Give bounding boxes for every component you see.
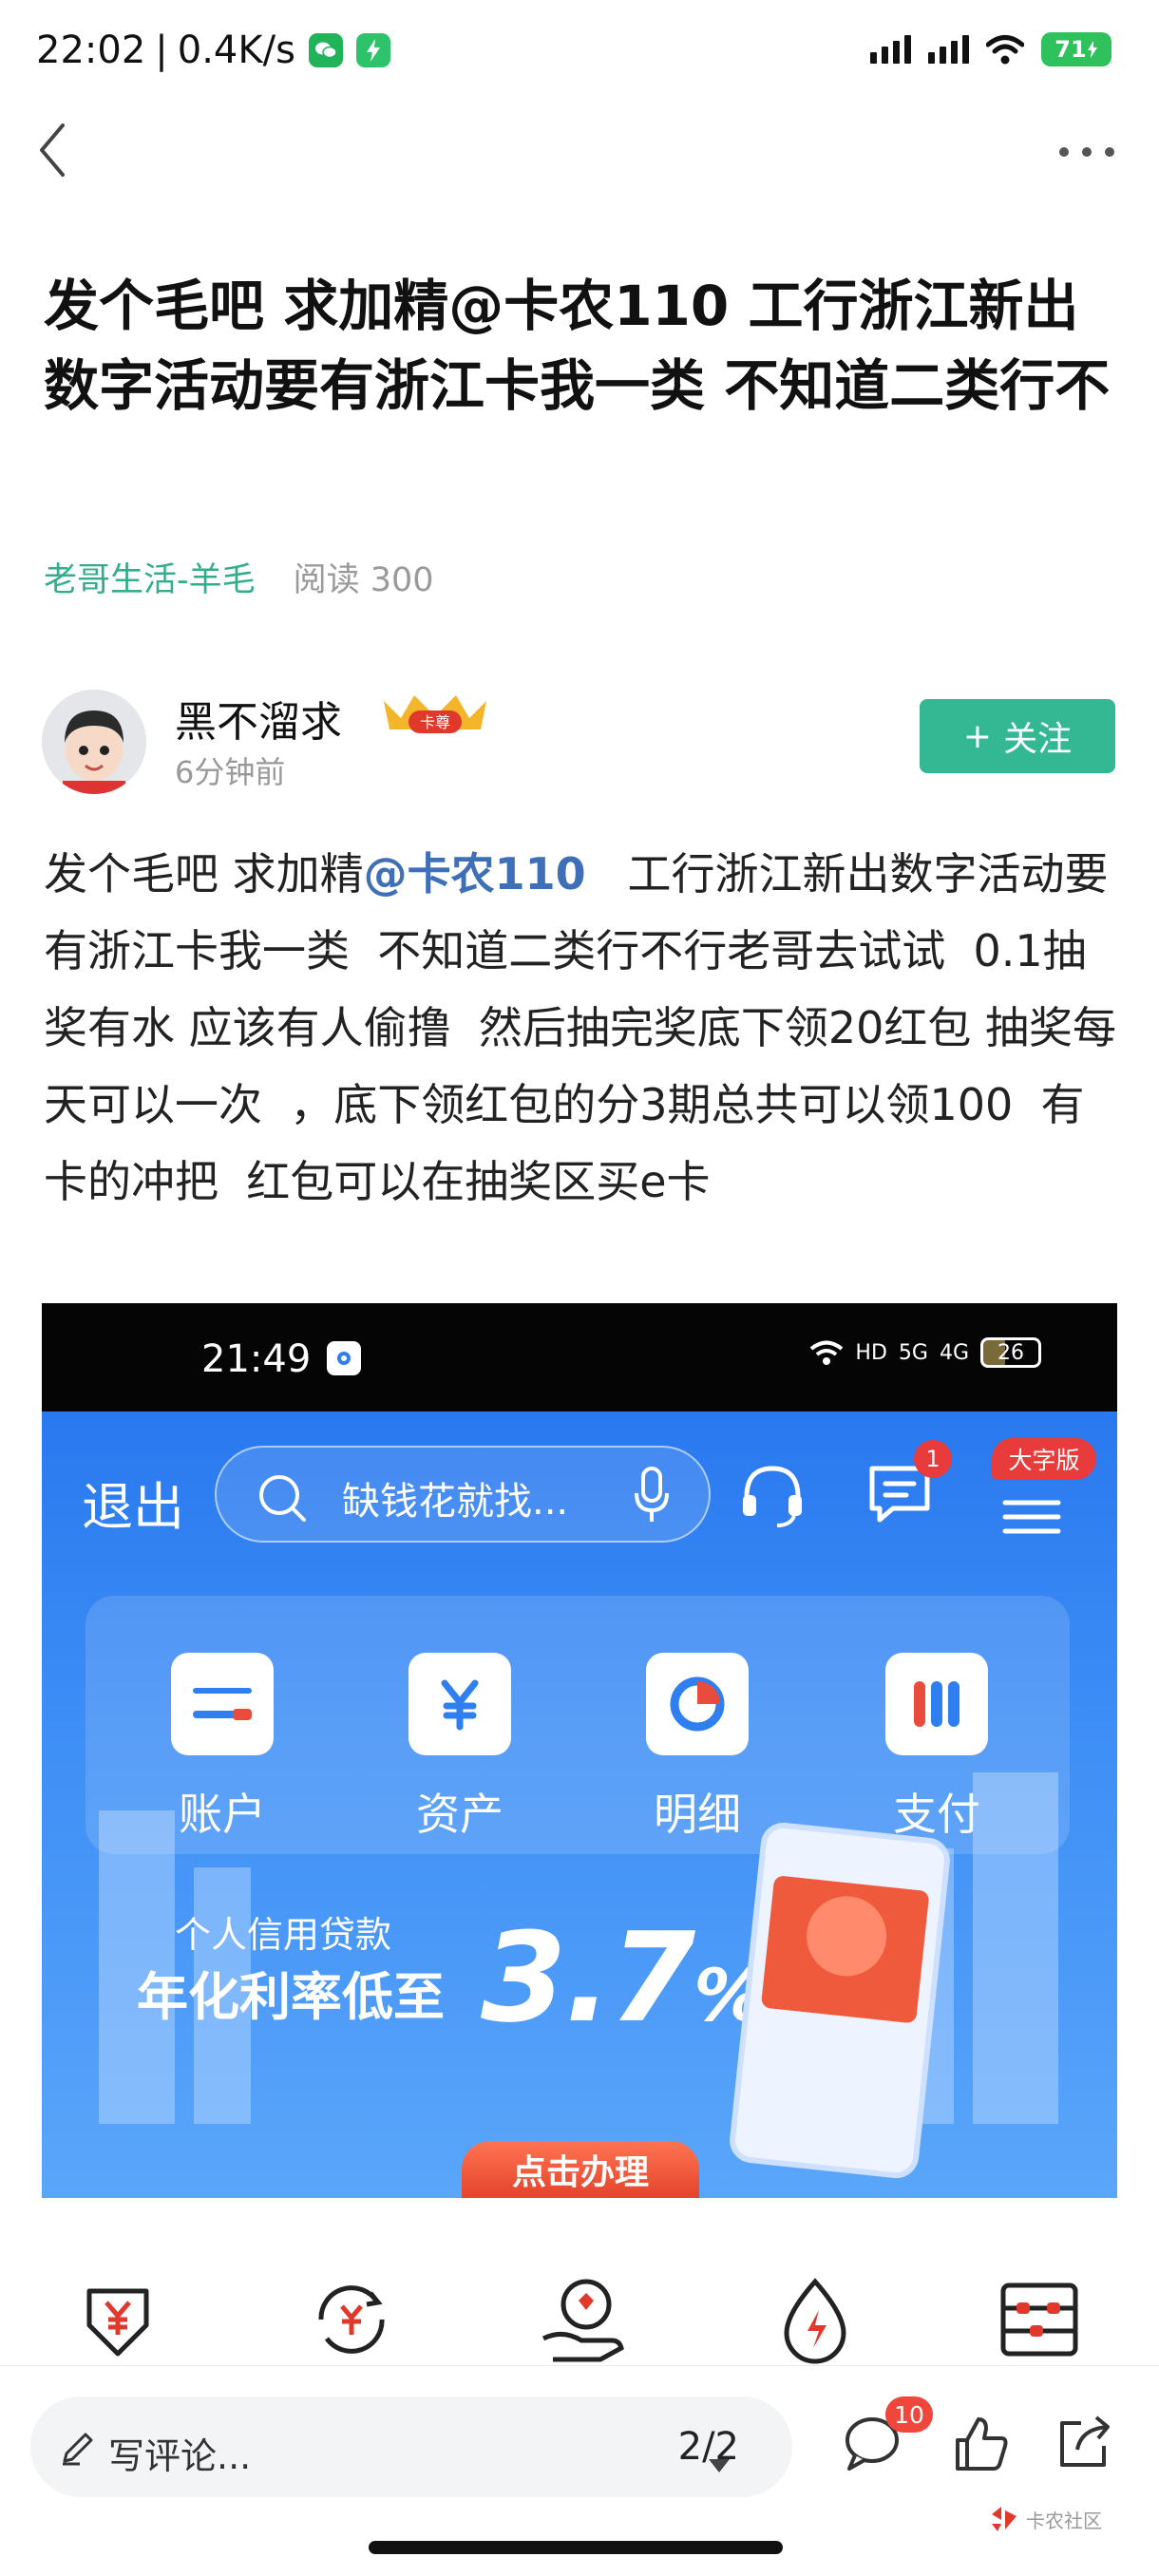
watermark-logo-icon	[992, 2507, 1016, 2531]
image-bottom-icons	[42, 2272, 1117, 2377]
image-quick-action-account: 账户	[165, 1653, 279, 1843]
like-icon[interactable]	[950, 2414, 1011, 2474]
image-status-bar: 21:49 HD 5G 4G 26	[42, 1303, 1117, 1411]
author-name[interactable]: 黑不溜求	[175, 688, 342, 748]
watermark-text: 卡农社区	[1026, 2509, 1102, 2532]
signal-icon	[870, 35, 911, 64]
post-meta: 老哥生活-羊毛 阅读 300	[44, 553, 434, 601]
image-banner-rate-number: 3.7	[481, 1905, 695, 2050]
image-quick-action-details: 明细	[640, 1653, 754, 1843]
bottom-bar: 写评论... 2/2 10 卡农社区	[0, 2365, 1159, 2576]
quick-action-label: 资产	[416, 1789, 504, 1840]
battery-level: 71	[1054, 36, 1087, 63]
back-icon[interactable]	[25, 116, 82, 182]
image-app-dot-icon	[327, 1341, 361, 1375]
avatar[interactable]	[42, 690, 146, 794]
pencil-icon	[63, 2433, 93, 2466]
image-wifi-icon	[810, 1340, 844, 1365]
image-quick-action-pay: 支付	[880, 1653, 994, 1843]
image-message-badge: 1	[914, 1440, 952, 1478]
follow-label: 关注	[1003, 720, 1073, 759]
image-exit-button: 退出	[82, 1477, 184, 1537]
image-search-placeholder: 缺钱花就找...	[342, 1480, 569, 1524]
share-icon[interactable]	[1053, 2414, 1113, 2474]
pie-detail-icon	[646, 1653, 749, 1755]
home-indicator[interactable]	[369, 2541, 783, 2554]
comment-input[interactable]: 写评论... 2/2	[30, 2396, 792, 2497]
image-microphone-icon	[635, 1467, 669, 1522]
abacus-icon	[1000, 2282, 1078, 2357]
yuan-down-icon	[86, 2288, 149, 2357]
status-separator: |	[155, 28, 168, 72]
status-right: 71	[870, 32, 1112, 66]
image-phone-illustration	[727, 1820, 953, 2181]
post-body: 发个毛吧 求加精@卡农110 工行浙江新出数字活动要有浙江卡我一类 不知道二类行…	[44, 836, 1117, 1221]
post-title: 发个毛吧 求加精@卡农110 工行浙江新出数字活动要有浙江卡我一类 不知道二类行…	[44, 274, 1111, 418]
image-large-font-badge: 大字版	[992, 1438, 1096, 1480]
flame-drop-icon	[784, 2278, 846, 2364]
battery-indicator: 71	[1041, 32, 1112, 66]
image-banner-headline: 年化利率低至	[137, 1967, 445, 2027]
image-search-bar: 缺钱花就找...	[215, 1446, 711, 1543]
mention-link[interactable]: @卡农110	[364, 848, 586, 900]
hand-gift-icon	[542, 2279, 624, 2362]
caret-down-icon	[708, 2459, 730, 2472]
image-customer-service-icon	[743, 1466, 802, 1527]
image-search-icon	[259, 1475, 306, 1522]
more-options-icon[interactable]	[1049, 133, 1125, 171]
author-row: 黑不溜求 卡尊 6分钟前 + 关注	[42, 688, 1115, 802]
image-apply-button: 点击办理	[462, 2141, 699, 2198]
yuan-exchange-icon	[318, 2285, 385, 2354]
watermark: 卡农社区	[988, 2505, 1102, 2533]
read-count: 阅读 300	[293, 561, 434, 599]
status-net-speed: 0.4K/s	[177, 28, 295, 72]
image-hd-label: HD	[855, 1340, 887, 1365]
quick-action-label: 明细	[654, 1789, 741, 1840]
image-status-icons: HD 5G 4G 26	[809, 1337, 1041, 1368]
status-left: 22:02 | 0.4K/s	[36, 28, 390, 72]
post-time: 6分钟前	[175, 754, 286, 790]
quick-action-label: 账户	[179, 1789, 266, 1840]
body-text-before: 发个毛吧 求加精	[44, 848, 364, 900]
image-5g-label: 5G	[898, 1340, 928, 1365]
comment-placeholder: 写评论...	[108, 2435, 252, 2477]
page-indicator[interactable]: 2/2	[678, 2425, 739, 2472]
wechat-notification-icon	[308, 33, 343, 67]
image-quick-action-assets: 资产	[403, 1653, 517, 1843]
image-status-time: 21:49	[201, 1337, 312, 1381]
image-banner-rate: 3.7%	[481, 1905, 766, 2050]
status-bar: 22:02 | 0.4K/s 71	[0, 0, 1159, 104]
image-quick-actions: 账户 资产 明细 支付	[86, 1596, 1070, 1854]
crown-badge-icon: 卡尊	[384, 695, 486, 733]
status-time: 22:02	[36, 28, 146, 72]
signal-2-icon	[928, 35, 969, 64]
image-4g-label: 4G	[939, 1340, 969, 1365]
image-battery: 26	[980, 1337, 1041, 1368]
image-battery-level: 26	[998, 1340, 1024, 1365]
image-banner-subtitle: 个人信用贷款	[175, 1914, 392, 1956]
image-menu-icon	[1002, 1500, 1061, 1534]
comment-count-badge: 10	[885, 2396, 933, 2433]
follow-button[interactable]: + 关注	[920, 699, 1115, 773]
image-bank-app: 退出 缺钱花就找... 1 大字版 账户 资产 明细 支付 个人信用贷款 年化利…	[42, 1411, 1117, 2198]
category-link[interactable]: 老哥生活-羊毛	[44, 553, 256, 601]
badge-label: 卡尊	[420, 713, 450, 731]
wifi-icon	[986, 35, 1024, 65]
pay-bars-icon	[885, 1653, 988, 1755]
yuan-asset-icon	[408, 1653, 511, 1755]
body-text-after: 工行浙江新出数字活动要有浙江卡我一类 不知道二类行不行老哥去试试 0.1抽奖有水…	[44, 848, 1117, 1207]
account-card-icon	[171, 1653, 274, 1755]
post-image[interactable]: 21:49 HD 5G 4G 26 退出 缺钱花就找... 1 大字版 账户 资…	[42, 1303, 1117, 2198]
charging-app-icon	[355, 33, 390, 67]
quick-action-label: 支付	[893, 1789, 980, 1840]
plus-icon: +	[962, 716, 993, 756]
